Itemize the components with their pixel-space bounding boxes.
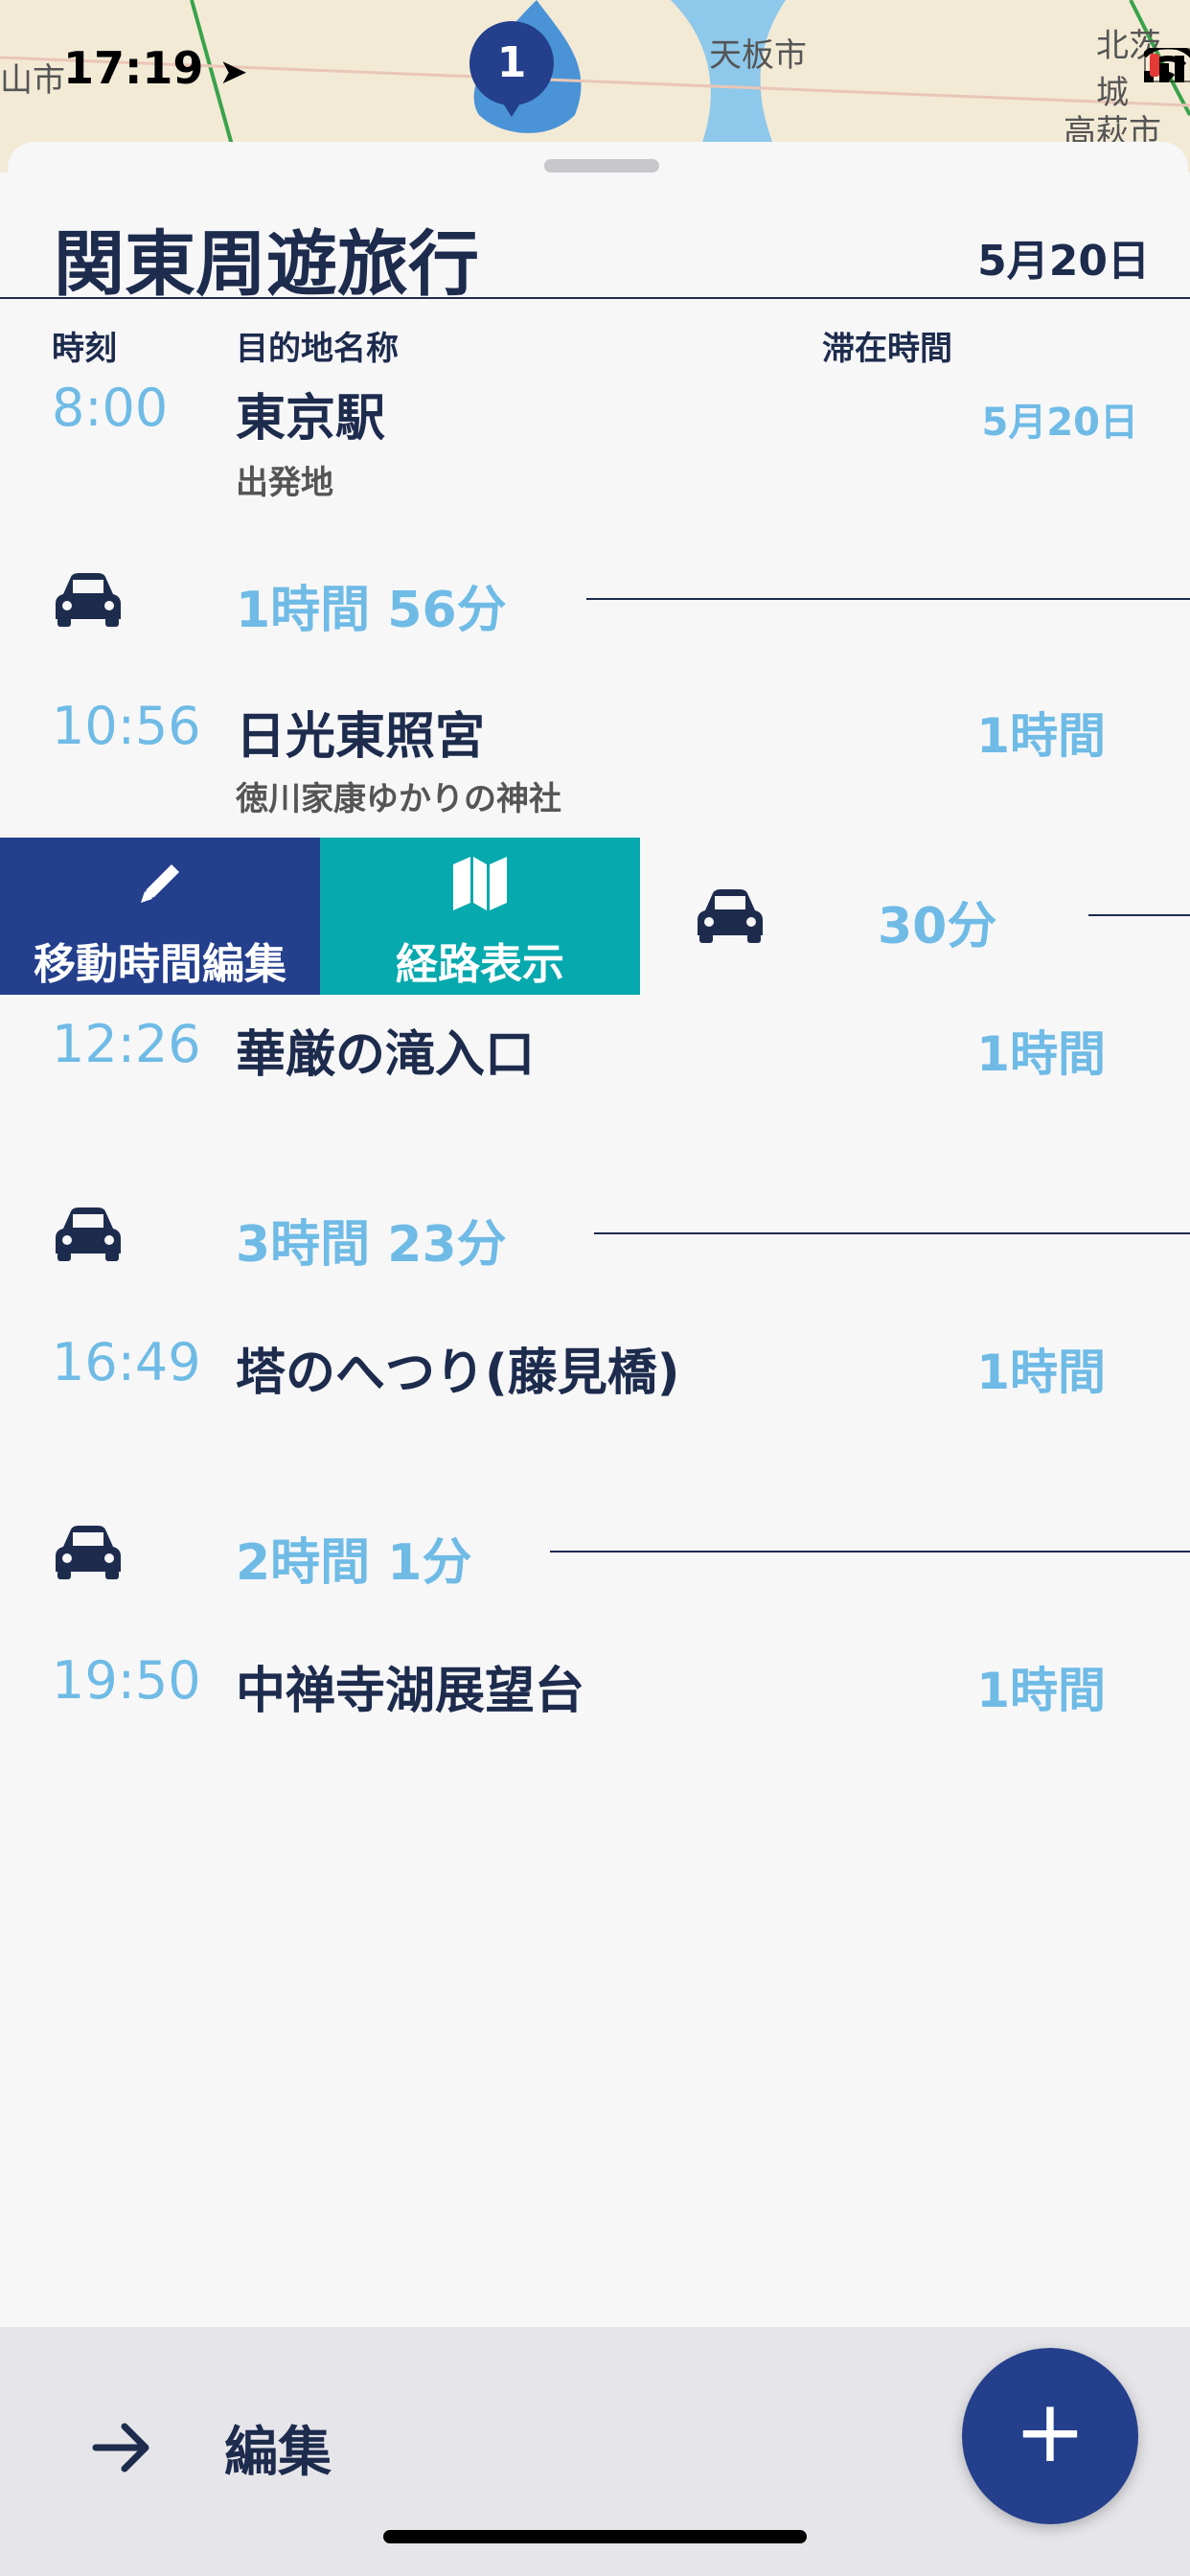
edit-button[interactable]: 編集 <box>224 2409 332 2487</box>
map-pin[interactable]: 1 <box>469 21 554 117</box>
stop-name: 日光東照宮 <box>236 708 486 766</box>
stop-name: 塔のへつり(藤見橋) <box>236 1345 680 1402</box>
stop-stay: 1時間 <box>976 708 1106 764</box>
edit-travel-time-label: 移動時間編集 <box>34 940 286 989</box>
car-icon <box>56 1208 121 1261</box>
travel-divider <box>594 1232 1190 1234</box>
travel-duration: 30分 <box>878 898 997 955</box>
arrow-right-icon[interactable] <box>92 2419 153 2476</box>
stop-name: 中禅寺湖展望台 <box>236 1663 585 1720</box>
battery-icon <box>1144 48 1190 82</box>
column-header-stay: 滞在時間 <box>822 330 952 368</box>
travel-duration: 1時間 56分 <box>236 582 507 639</box>
stop-stay: 1時間 <box>976 1026 1106 1082</box>
pencil-icon <box>141 864 179 903</box>
stop-time: 12:26 <box>52 1014 201 1074</box>
stop-time: 19:50 <box>52 1650 201 1711</box>
header-divider <box>0 297 1190 299</box>
stop-name: 華厳の滝入口 <box>236 1026 536 1084</box>
map-pin-number: 1 <box>496 38 527 87</box>
car-icon <box>56 1526 121 1579</box>
car-icon <box>698 889 763 943</box>
travel-divider <box>586 598 1190 600</box>
column-header-destination: 目的地名称 <box>236 330 399 368</box>
stop-name: 東京駅 <box>236 390 386 448</box>
itinerary-sheet: 関東周遊旅行 5月20日 <box>8 142 1188 2327</box>
stop-stay: 5月20日 <box>981 401 1139 445</box>
add-stop-button[interactable]: + <box>962 2348 1138 2524</box>
travel-duration: 3時間 23分 <box>236 1216 507 1274</box>
trip-date[interactable]: 5月20日 <box>977 226 1150 288</box>
map-icon <box>453 857 507 910</box>
stop-stay: 1時間 <box>976 1663 1106 1718</box>
location-arrow-icon: ➤ <box>218 53 248 92</box>
stop-time: 16:49 <box>52 1332 201 1392</box>
stop-subtitle: 出発地 <box>236 464 333 502</box>
map-label: 天板市 <box>709 36 807 75</box>
travel-divider <box>550 1551 1190 1552</box>
travel-divider <box>1088 914 1190 916</box>
trip-title: 関東周遊旅行 <box>54 223 479 306</box>
add-icon: + <box>1014 2381 1087 2482</box>
car-icon <box>56 573 121 627</box>
sheet-grabber[interactable] <box>544 159 659 172</box>
column-header-time: 時刻 <box>52 330 117 368</box>
stop-stay: 1時間 <box>976 1345 1106 1400</box>
stop-subtitle: 徳川家康ゆかりの神社 <box>236 780 561 818</box>
show-route-button[interactable]: 経路表示 <box>320 838 640 995</box>
home-indicator <box>383 2530 807 2543</box>
travel-duration: 2時間 1分 <box>236 1534 472 1592</box>
status-time-text: 17:19 <box>63 42 204 94</box>
edit-travel-time-button[interactable]: 移動時間編集 <box>0 838 320 995</box>
stop-time: 10:56 <box>52 696 201 756</box>
stop-time: 8:00 <box>52 378 169 438</box>
map-label: 山市 <box>0 61 65 100</box>
show-route-label: 経路表示 <box>396 940 564 989</box>
status-time: 17:19 ➤ <box>63 42 248 94</box>
